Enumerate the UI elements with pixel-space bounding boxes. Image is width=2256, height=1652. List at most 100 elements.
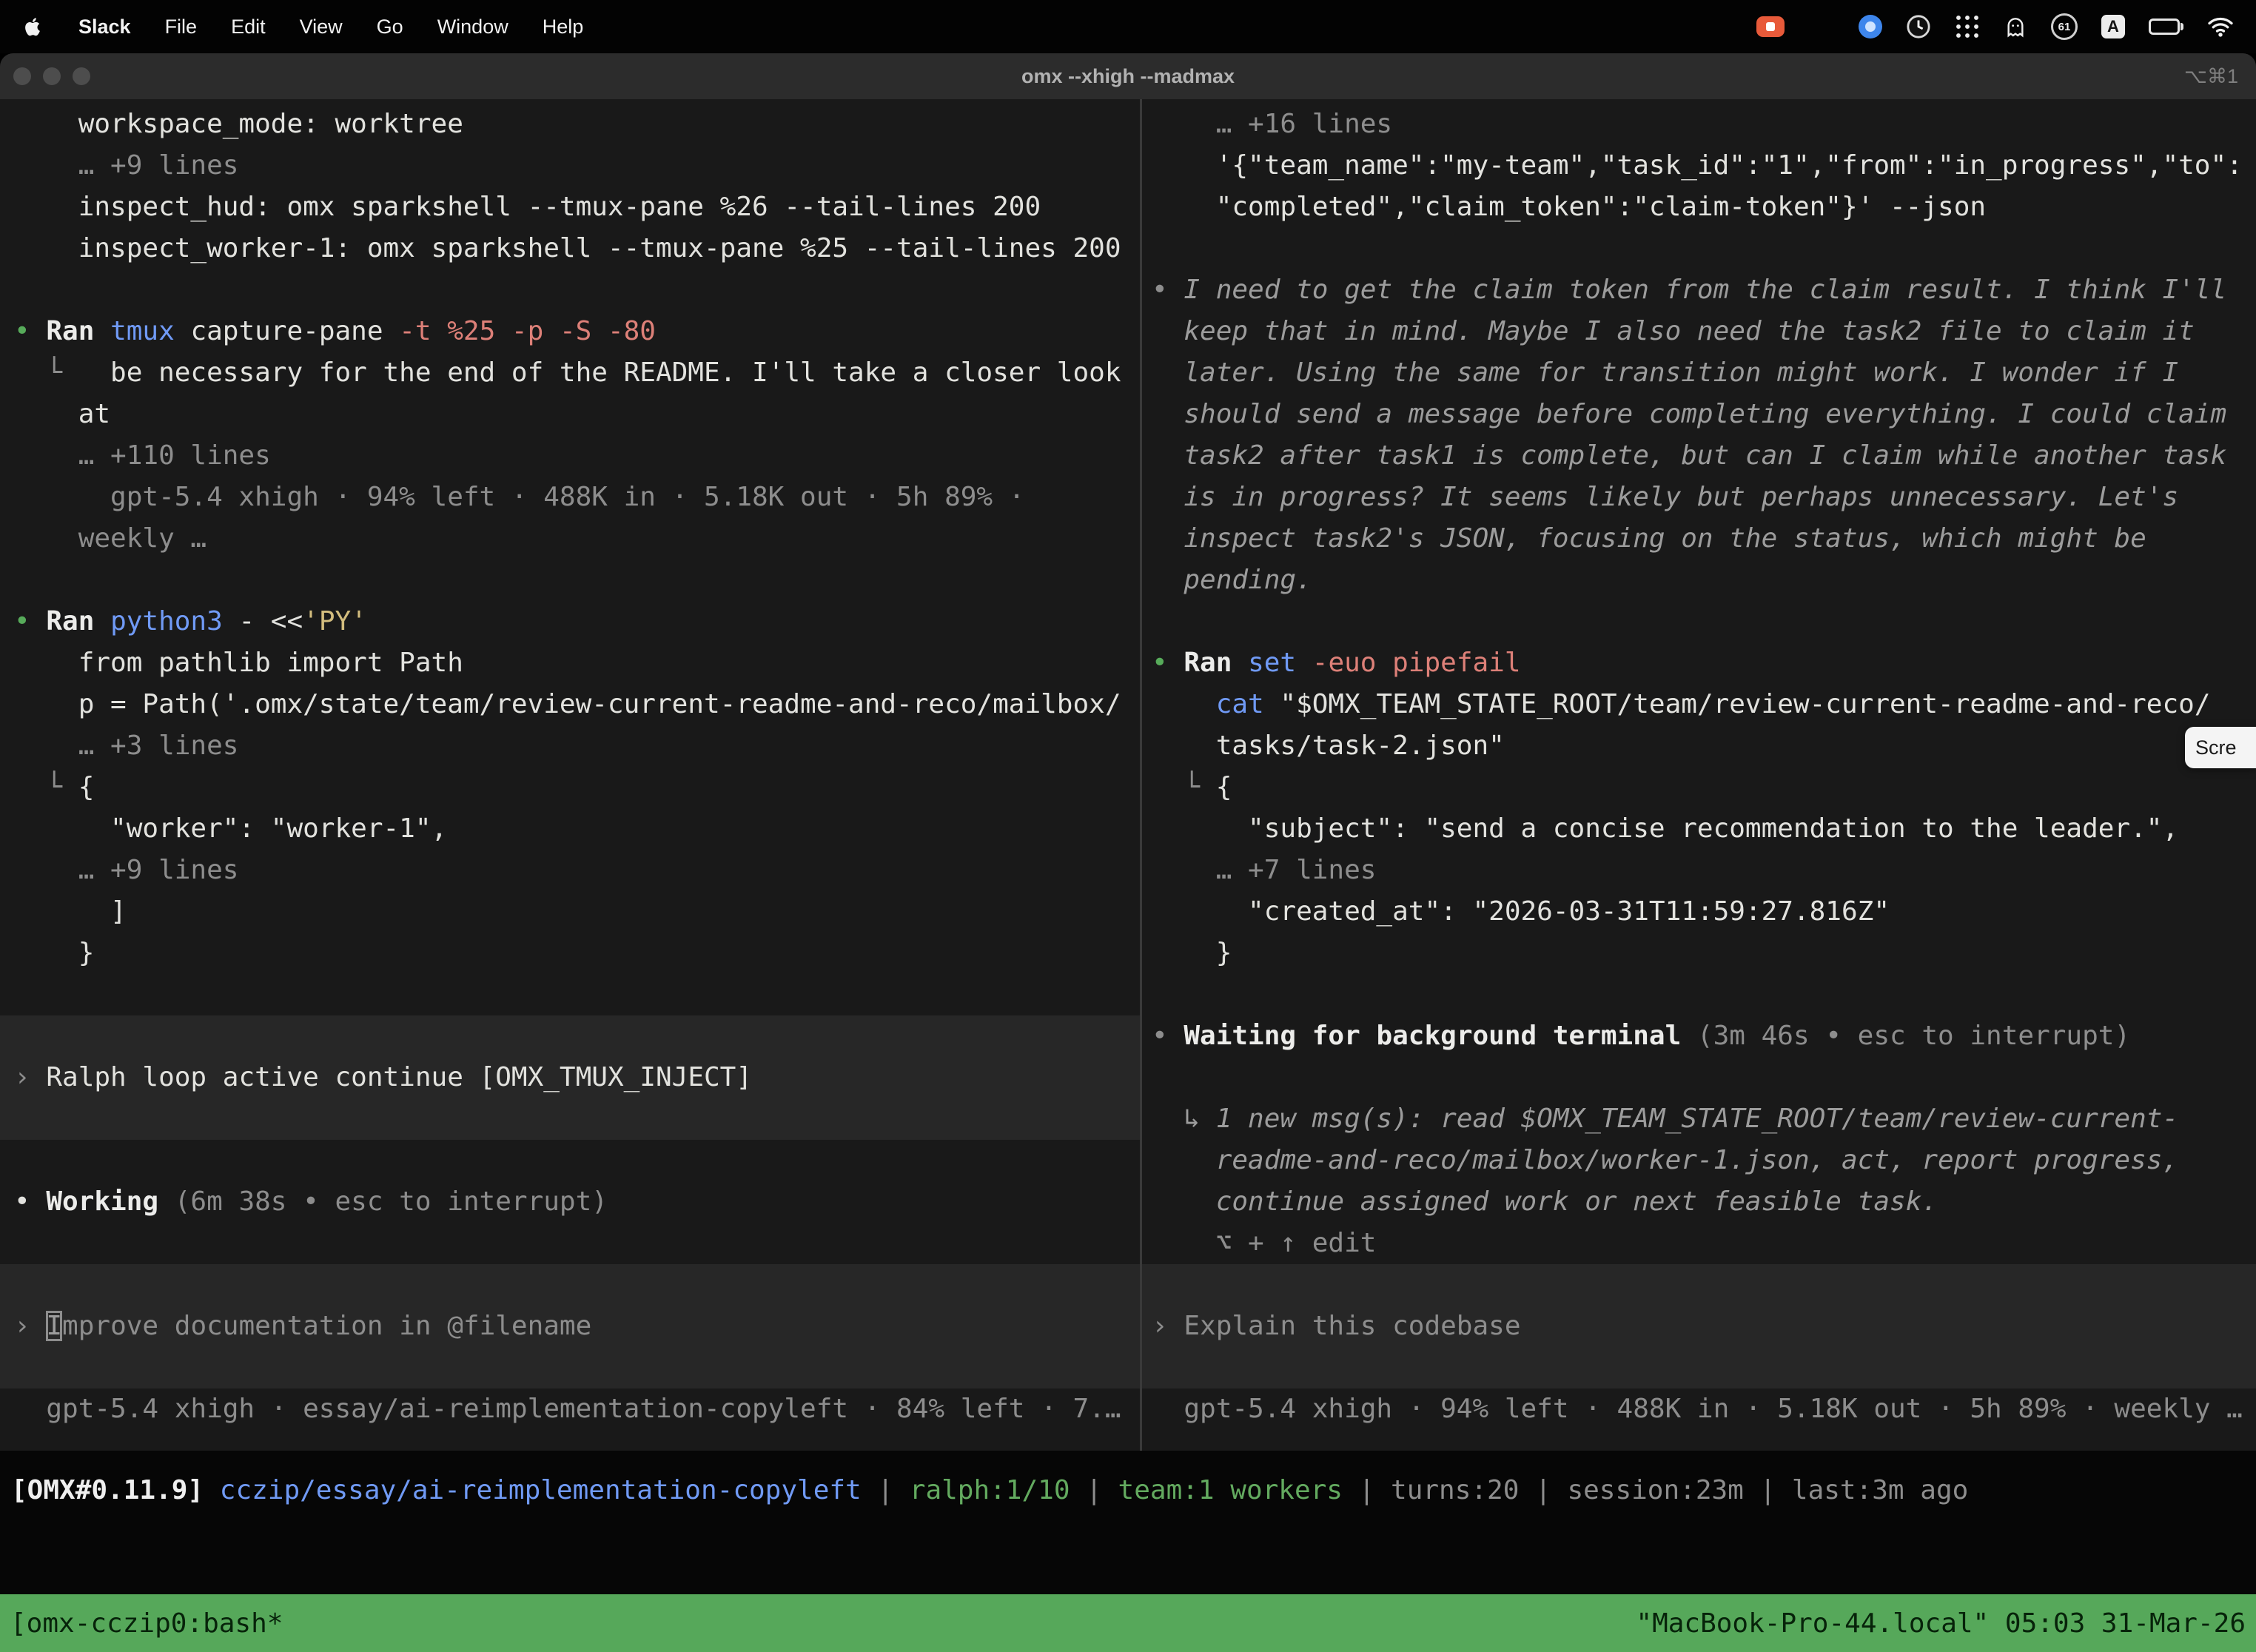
terminal-line: should send a message before completing … xyxy=(1142,394,2256,435)
text-segment: last:3m ago xyxy=(1792,1475,1968,1505)
tmux-host-clock-label: "MacBook-Pro-44.local" 05:03 31-Mar-26 xyxy=(1636,1608,2246,1639)
terminal-line: p = Path('.omx/state/team/review-current… xyxy=(0,684,1140,725)
terminal-line: • Waiting for background terminal (3m 46… xyxy=(1142,1015,2256,1057)
text-segment: • xyxy=(1152,275,1184,305)
terminal-line: cat "$OMX_TEAM_STATE_ROOT/team/review-cu… xyxy=(1142,684,2256,725)
text-segment: ] xyxy=(14,896,127,927)
terminal-line: • I need to get the claim token from the… xyxy=(1142,269,2256,311)
terminal-line: keep that in mind. Maybe I also need the… xyxy=(1142,311,2256,352)
terminal-line: '{"team_name":"my-team","task_id":"1","f… xyxy=(1142,145,2256,187)
prompt-input[interactable]: › Explain this codebase xyxy=(1142,1306,2256,1347)
terminal-line: ] xyxy=(0,891,1140,933)
screen-tooltip-label: Scre xyxy=(2195,736,2237,759)
terminal-line: • Working (6m 38s • esc to interrupt) xyxy=(0,1181,1140,1223)
tmux-pane-left[interactable]: workspace_mode: worktree … +9 lines insp… xyxy=(0,99,1140,1451)
terminal-line: gpt-5.4 xhigh · 94% left · 488K in · 5.1… xyxy=(1142,1389,2256,1430)
text-segment: gpt-5.4 xhigh · 94% left · 488K in · 5.1… xyxy=(14,482,1024,512)
text-segment: … +9 lines xyxy=(14,855,238,885)
text-segment: be necessary for the end of the README. … xyxy=(110,357,1121,388)
window-titlebar[interactable]: omx --xhigh --madmax ⌥⌘1 xyxy=(0,53,2256,100)
close-window-button[interactable] xyxy=(13,67,31,85)
text-segment: p = Path('.omx/state/team/review-current… xyxy=(14,689,1121,719)
apps-grid-icon[interactable] xyxy=(1955,14,1980,39)
text-segment: pending. xyxy=(1152,565,1312,595)
terminal-line: readme-and-reco/mailbox/worker-1.json, a… xyxy=(1142,1140,2256,1181)
terminal-line: ⌥ + ↑ edit xyxy=(1142,1223,2256,1264)
ghost-terminal-icon[interactable] xyxy=(2004,15,2027,38)
keyboard-grid-icon[interactable] xyxy=(1808,17,1835,36)
prompt-input[interactable]: › Improve documentation in @filename xyxy=(0,1306,1140,1347)
terminal-line: … +110 lines xyxy=(0,435,1140,477)
text-segment: | xyxy=(1744,1475,1792,1505)
terminal-line: later. Using the same for transition mig… xyxy=(1142,352,2256,394)
menu-item-help[interactable]: Help xyxy=(543,16,584,38)
terminal-line xyxy=(0,1264,1140,1306)
menu-item-view[interactable]: View xyxy=(300,16,343,38)
menu-item-edit[interactable]: Edit xyxy=(231,16,266,38)
text-segment: | xyxy=(1343,1475,1391,1505)
text-segment: '{"team_name":"my-team","task_id":"1","f… xyxy=(1152,150,2243,181)
apple-logo-icon[interactable] xyxy=(22,16,44,38)
text-segment: gpt-5.4 xhigh · essay/ai-reimplementatio… xyxy=(14,1394,1121,1424)
text-segment: › xyxy=(14,1311,46,1341)
terminal-line: task2 after task1 is complete, but can I… xyxy=(1142,435,2256,477)
maximize-window-button[interactable] xyxy=(73,67,90,85)
text-segment: task2 after task1 is complete, but can I… xyxy=(1152,440,2226,471)
text-segment: | xyxy=(1519,1475,1567,1505)
battery-percentage-badge[interactable]: 61 xyxy=(2051,13,2078,40)
text-segment: … +110 lines xyxy=(14,440,271,471)
screen-recording-indicator-icon[interactable] xyxy=(1756,16,1785,37)
menu-item-file[interactable]: File xyxy=(165,16,198,38)
text-segment: keep that in mind. Maybe I also need the… xyxy=(1152,316,2195,346)
menu-bar: Slack File Edit View Go Window Help 61 A xyxy=(0,0,2256,53)
text-segment: mprove documentation in @filename xyxy=(62,1311,591,1341)
menu-bar-left: Slack File Edit View Go Window Help xyxy=(22,16,583,38)
wifi-icon[interactable] xyxy=(2207,16,2234,38)
menu-item-window[interactable]: Window xyxy=(437,16,508,38)
terminal-line: is in progress? It seems likely but perh… xyxy=(1142,477,2256,518)
terminal-line: "worker": "worker-1", xyxy=(0,808,1140,850)
text-segment: capture-pane xyxy=(190,316,399,346)
terminal-line: "subject": "send a concise recommendatio… xyxy=(1142,808,2256,850)
text-segment: "completed","claim_token":"claim-token"}… xyxy=(1152,192,1986,222)
text-segment: -t %25 -p -S -80 xyxy=(399,316,656,346)
text-segment: … +9 lines xyxy=(14,150,238,181)
window-shortcut-hint: ⌥⌘1 xyxy=(2184,65,2238,88)
text-segment: › Explain this codebase xyxy=(1152,1311,1521,1341)
clock-app-icon[interactable] xyxy=(1906,14,1931,39)
text-segment: weekly … xyxy=(14,523,207,554)
text-segment: - << xyxy=(238,606,303,637)
terminal-line: pending. xyxy=(1142,560,2256,601)
text-segment: ralph:1/10 xyxy=(910,1475,1070,1505)
terminal-line xyxy=(0,269,1140,311)
screen-tooltip: Scre xyxy=(2185,727,2256,768)
terminal-line: … +9 lines xyxy=(0,145,1140,187)
tmux-session-label[interactable]: [omx-cczip0:bash* xyxy=(10,1608,283,1639)
menu-item-go[interactable]: Go xyxy=(377,16,403,38)
active-app-menu[interactable]: Slack xyxy=(78,16,131,38)
text-segment: should send a message before completing … xyxy=(1152,399,2226,429)
minimize-window-button[interactable] xyxy=(43,67,61,85)
terminal-line: from pathlib import Path xyxy=(0,642,1140,684)
battery-icon[interactable] xyxy=(2149,19,2183,35)
tmux-status-bar: [omx-cczip0:bash* "MacBook-Pro-44.local"… xyxy=(0,1594,2256,1652)
terminal-line xyxy=(1142,228,2256,269)
terminal-line: • Ran python3 - <<'PY' xyxy=(0,601,1140,642)
text-segment: I xyxy=(46,1311,62,1341)
terminal-window: omx --xhigh --madmax ⌥⌘1 workspace_mode:… xyxy=(0,53,2256,1652)
text-segment: Ran xyxy=(46,316,110,346)
text-segment: { xyxy=(78,772,95,802)
input-source-icon[interactable]: A xyxy=(2101,15,2125,38)
terminal-line xyxy=(1142,1264,2256,1306)
terminal-line: workspace_mode: worktree xyxy=(0,104,1140,145)
terminal-line: } xyxy=(1142,933,2256,974)
text-segment: set xyxy=(1248,648,1312,678)
terminal-line xyxy=(1142,1057,2256,1098)
tmux-pane-right[interactable]: … +16 lines '{"team_name":"my-team","tas… xyxy=(1142,99,2256,1451)
text-segment: turns:20 xyxy=(1391,1475,1519,1505)
text-segment: Ralph loop active continue [OMX_TMUX_INJ… xyxy=(46,1062,752,1092)
terminal-line: … +9 lines xyxy=(0,850,1140,891)
terminal-line: at xyxy=(0,394,1140,435)
terminal-line: } xyxy=(0,933,1140,974)
blue-app-icon[interactable] xyxy=(1859,15,1882,38)
